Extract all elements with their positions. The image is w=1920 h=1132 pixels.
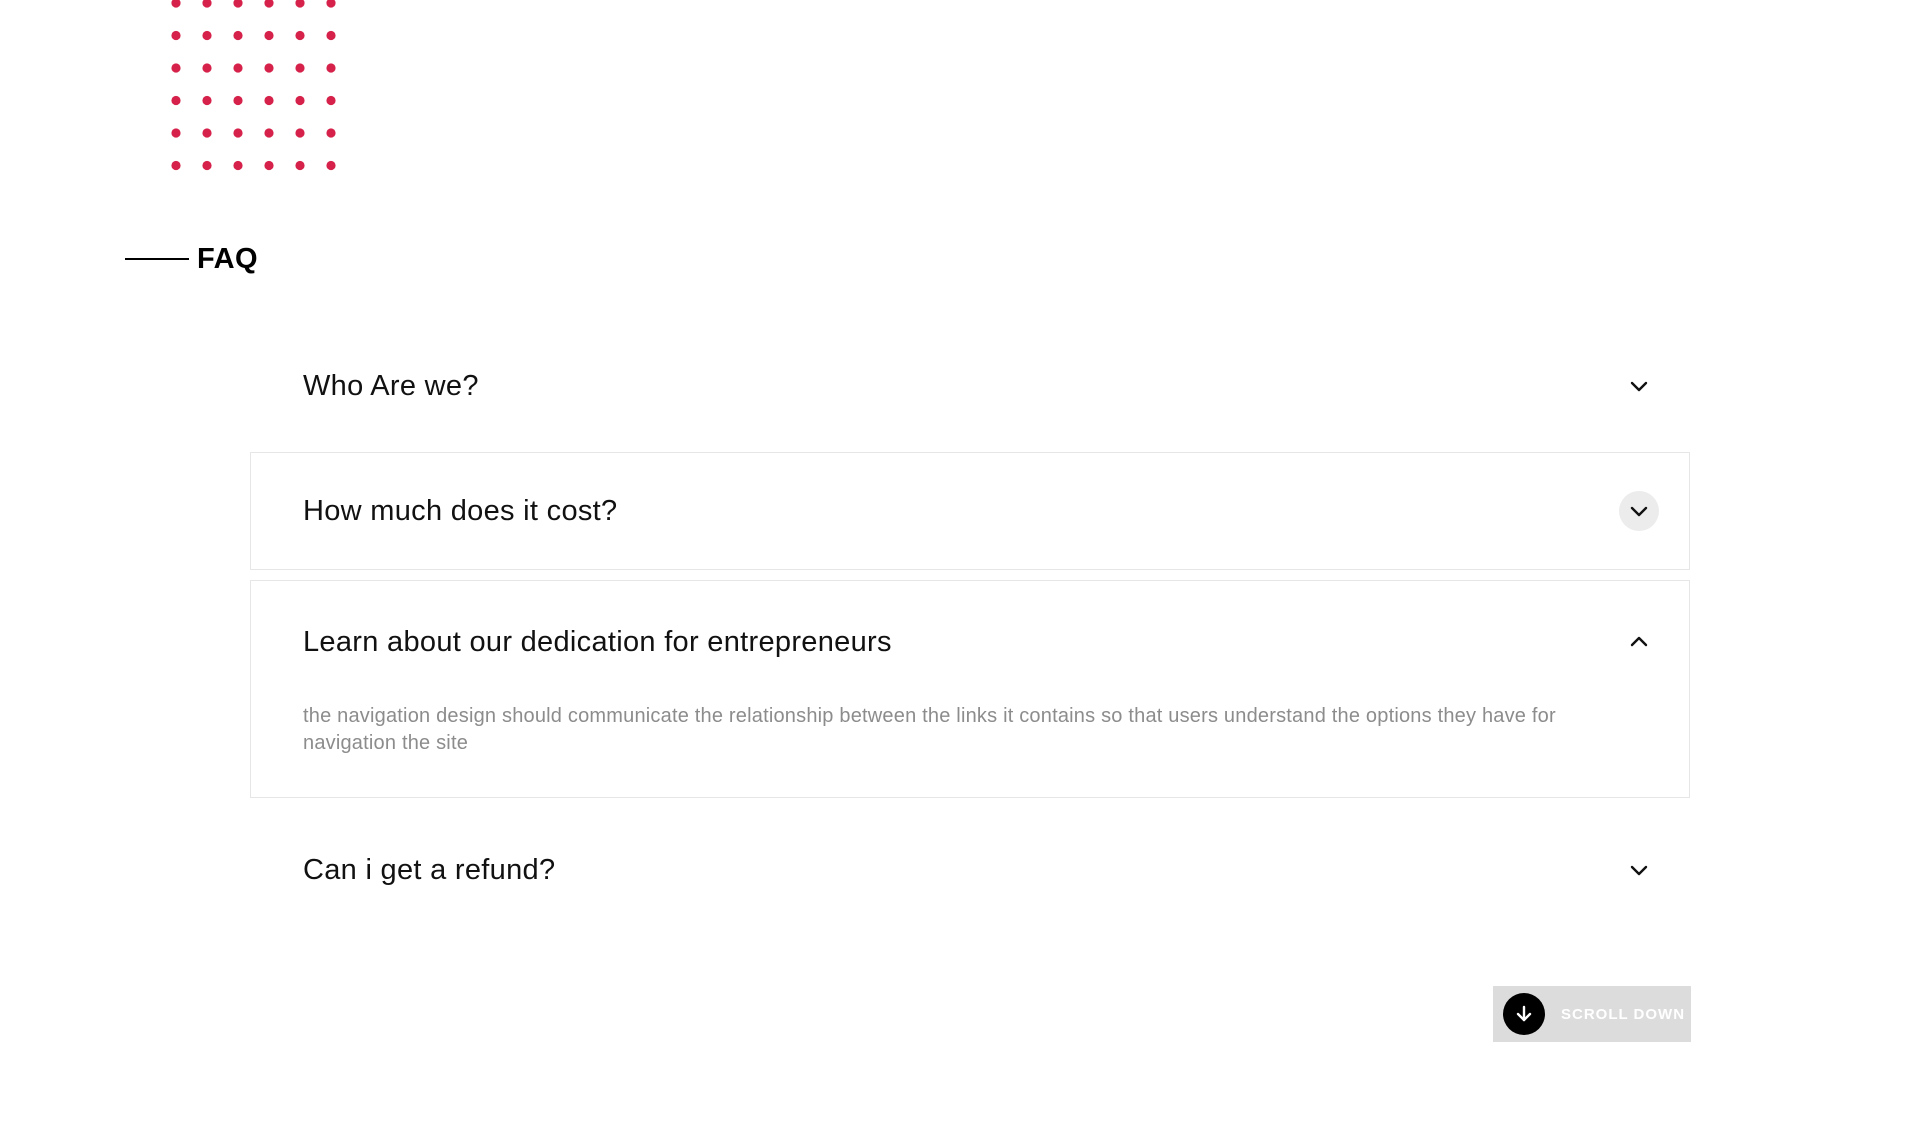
decorative-dot — [295, 160, 305, 171]
decorative-dot — [264, 63, 274, 73]
chevron-down-icon[interactable] — [1619, 491, 1659, 531]
arrow-down-icon — [1503, 993, 1545, 1035]
decorative-dot — [326, 95, 336, 106]
faq-answer: the navigation design should communicate… — [303, 705, 1556, 754]
decorative-dot — [233, 160, 243, 171]
heading-rule — [125, 258, 189, 260]
decorative-dot — [171, 63, 181, 73]
faq-title: FAQ — [197, 242, 259, 275]
decorative-dot — [202, 128, 212, 138]
decorative-dot — [264, 95, 274, 106]
decorative-dot — [233, 63, 243, 73]
decorative-dot — [202, 0, 212, 8]
faq-item[interactable]: How much does it cost? — [250, 452, 1690, 570]
decorative-dot — [233, 0, 243, 8]
decorative-dot — [233, 30, 243, 41]
decorative-dot — [326, 30, 336, 41]
decorative-dot — [326, 63, 336, 73]
chevron-down-icon[interactable] — [1619, 366, 1659, 406]
faq-question: Learn about our dedication for entrepren… — [303, 625, 892, 658]
decorative-dot — [295, 30, 305, 41]
faq-accordion: Who Are we? How much does it cost? Learn… — [250, 330, 1690, 942]
faq-question: Can i get a refund? — [303, 853, 556, 886]
faq-question: How much does it cost? — [303, 494, 618, 527]
decorative-dot — [264, 0, 274, 8]
decorative-dot — [171, 0, 181, 8]
page: FAQ Who Are we? How much does it cost? L… — [0, 0, 1920, 1132]
decorative-dot — [171, 95, 181, 106]
decorative-dot — [202, 160, 212, 171]
decorative-dot — [295, 128, 305, 138]
decorative-dot — [202, 95, 212, 106]
faq-item[interactable]: Who Are we? — [250, 330, 1690, 442]
faq-item[interactable]: Can i get a refund? — [250, 808, 1690, 932]
decorative-dot — [295, 0, 305, 8]
scroll-down-label: SCROLL DOWN — [1561, 1005, 1686, 1023]
decorative-dot — [202, 30, 212, 41]
decorative-dot — [326, 0, 336, 8]
decorative-dot — [233, 95, 243, 106]
decorative-dot — [171, 128, 181, 138]
decorative-dot — [171, 30, 181, 41]
scroll-down-button[interactable]: SCROLL DOWN — [1493, 986, 1691, 1042]
decorative-dot — [326, 128, 336, 138]
decorative-dot — [264, 160, 274, 171]
chevron-down-icon[interactable] — [1619, 850, 1659, 890]
faq-heading: FAQ — [125, 243, 258, 275]
faq-item-header[interactable]: Can i get a refund? — [251, 809, 1689, 931]
decorative-dot — [295, 63, 305, 73]
decorative-dot — [233, 128, 243, 138]
faq-question: Who Are we? — [303, 369, 479, 402]
decorative-dot — [326, 160, 336, 171]
chevron-up-icon[interactable] — [1619, 622, 1659, 662]
decorative-dot — [295, 95, 305, 106]
decorative-dot — [264, 128, 274, 138]
dot-grid-svg — [171, 0, 336, 171]
decorative-dot — [171, 160, 181, 171]
dot-grid-decoration — [170, 0, 340, 174]
faq-item-header[interactable]: Learn about our dedication for entrepren… — [251, 581, 1689, 703]
faq-item-expanded[interactable]: Learn about our dedication for entrepren… — [250, 580, 1690, 798]
faq-item-header[interactable]: Who Are we? — [251, 331, 1689, 441]
faq-item-header[interactable]: How much does it cost? — [251, 453, 1689, 569]
decorative-dot — [202, 63, 212, 73]
decorative-dot — [264, 30, 274, 41]
